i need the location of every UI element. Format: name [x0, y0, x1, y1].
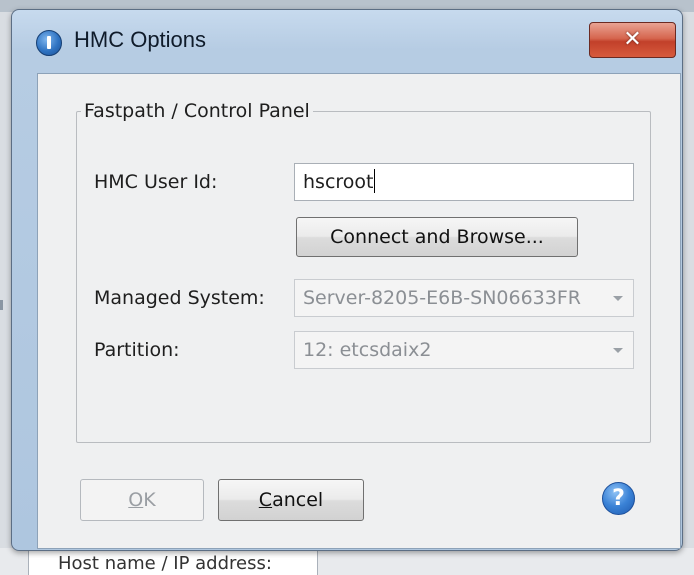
managed-system-value: Server-8205-E6B-SN06633FR — [303, 287, 581, 309]
hmc-user-id-value: hscroot — [303, 171, 374, 193]
fastpath-group — [76, 111, 651, 443]
hmc-options-dialog: HMC Options ✕ Fastpath / Control Panel H… — [11, 9, 683, 551]
close-button[interactable]: ✕ — [589, 22, 676, 58]
ok-button[interactable]: OK — [80, 479, 204, 521]
background-host-label: Host name / IP address: — [58, 553, 272, 574]
cancel-label-rest: ancel — [272, 489, 324, 511]
help-icon[interactable]: ? — [602, 482, 635, 515]
managed-system-select[interactable]: Server-8205-E6B-SN06633FR — [294, 279, 634, 317]
chevron-down-icon — [613, 348, 623, 353]
cancel-button[interactable]: Cancel — [218, 479, 364, 521]
dialog-client-area: Fastpath / Control Panel HMC User Id: hs… — [37, 73, 681, 549]
ok-mnemonic: O — [128, 489, 144, 511]
chevron-down-icon — [613, 296, 623, 301]
ok-label-rest: K — [143, 489, 156, 511]
managed-system-label: Managed System: — [94, 287, 265, 309]
connect-and-browse-button[interactable]: Connect and Browse... — [296, 217, 578, 257]
hmc-user-id-input[interactable]: hscroot — [294, 163, 634, 201]
text-caret — [374, 169, 376, 193]
cancel-mnemonic: C — [258, 489, 273, 511]
hmc-user-id-label: HMC User Id: — [94, 171, 218, 193]
fastpath-group-legend: Fastpath / Control Panel — [81, 100, 313, 122]
partition-value: 12: etcsdaix2 — [303, 339, 432, 361]
background-window-edge — [0, 300, 3, 310]
partition-select[interactable]: 12: etcsdaix2 — [294, 331, 634, 369]
close-icon: ✕ — [623, 27, 642, 52]
partition-label: Partition: — [94, 339, 180, 361]
dialog-title: HMC Options — [74, 27, 207, 52]
info-icon — [36, 30, 62, 56]
